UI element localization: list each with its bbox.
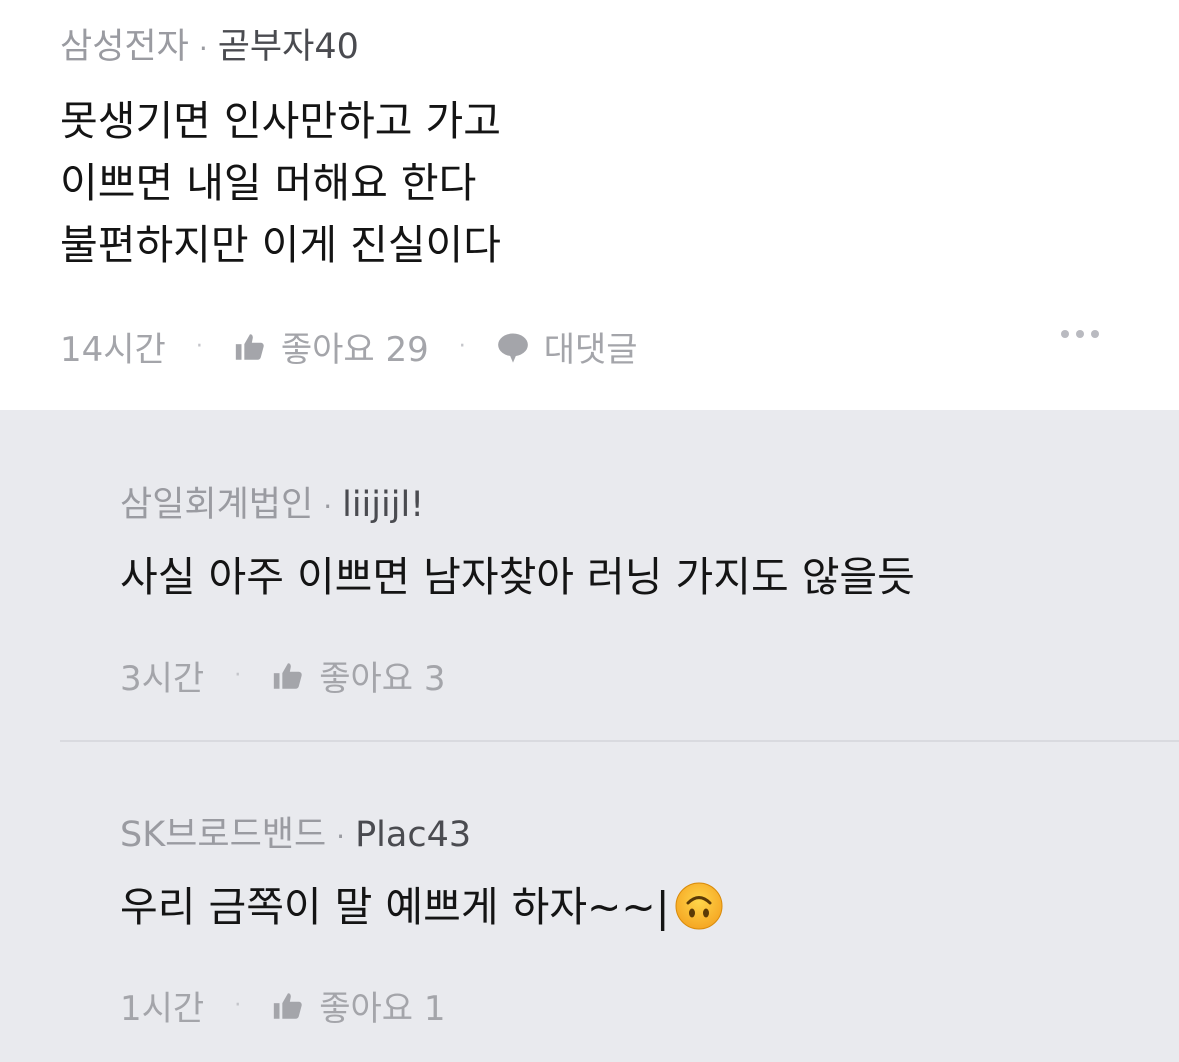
like-count-label: 좋아요 3	[319, 659, 446, 699]
like-button[interactable]: 좋아요 29	[233, 322, 429, 371]
upside-down-face-emoji-icon	[675, 882, 723, 930]
main-comment: 삼성전자 · 곧부자40 못생기면 인사만하고 가고 이쁘면 내일 머해요 한다 불…	[0, 0, 1179, 410]
separator-dot: ·	[195, 334, 203, 359]
comment-body: 못생기면 인사만하고 가고 이쁘면 내일 머해요 한다 불편하지만 이게 진실이…	[60, 90, 501, 276]
comment-time: 14시간	[60, 330, 166, 370]
thumbs-up-icon	[235, 333, 264, 360]
separator-dot: ·	[458, 334, 466, 359]
author-nickname[interactable]: liijijl!	[342, 485, 424, 525]
thumbs-up-icon	[274, 992, 302, 1019]
like-button[interactable]: 좋아요 3	[271, 651, 445, 700]
comment-author[interactable]: 삼성전자 · 곧부자40	[60, 18, 359, 69]
reply-actions: 1시간 · 좋아요 1	[120, 981, 445, 1030]
reply-time: 1시간	[120, 989, 205, 1029]
reply-text-line: 우리 금쪽이 말 예쁘게 하자~~|	[120, 876, 724, 938]
reply-actions: 3시간 · 좋아요 3	[120, 651, 445, 700]
separator-dot: ·	[323, 490, 333, 523]
thumbs-up-icon	[274, 662, 302, 689]
reply-button[interactable]: 대댓글	[496, 322, 638, 371]
separator-dot: ·	[336, 820, 346, 853]
reply-body: 사실 아주 이쁘면 남자찾아 러닝 가지도 않을듯	[120, 546, 915, 608]
comment-line: 이쁘면 내일 머해요 한다	[60, 159, 477, 207]
reply-author[interactable]: 삼일회계법인 · liijijl!	[120, 476, 424, 527]
author-nickname[interactable]: 곧부자40	[218, 27, 359, 67]
author-nickname[interactable]: Plac43	[355, 815, 471, 855]
reply-time: 3시간	[120, 659, 205, 699]
reply-divider	[60, 740, 1179, 742]
separator-dot: ·	[234, 993, 242, 1018]
separator-dot: ·	[198, 32, 208, 65]
reply-text: 사실 아주 이쁘면 남자찾아 러닝 가지도 않을듯	[120, 553, 915, 601]
author-company: SK브로드밴드	[120, 815, 327, 855]
reply-body: 우리 금쪽이 말 예쁘게 하자~~|	[120, 876, 724, 938]
like-button[interactable]: 좋아요 1	[271, 981, 445, 1030]
comment-actions: 14시간 · 좋아요 29 · 대댓글	[60, 322, 638, 371]
reply-label: 대댓글	[543, 330, 638, 370]
like-count-label: 좋아요 1	[319, 989, 446, 1029]
reply-text: 우리 금쪽이 말 예쁘게 하자~~|	[120, 883, 670, 931]
comment-line: 못생기면 인사만하고 가고	[60, 97, 501, 145]
speech-bubble-icon	[497, 333, 528, 363]
reply-author[interactable]: SK브로드밴드 · Plac43	[120, 806, 471, 857]
author-company: 삼성전자	[60, 27, 189, 67]
comment-line: 불편하지만 이게 진실이다	[60, 221, 501, 269]
like-count-label: 좋아요 29	[280, 330, 429, 370]
more-options-icon[interactable]	[1061, 330, 1099, 338]
author-company: 삼일회계법인	[120, 485, 314, 525]
separator-dot: ·	[234, 663, 242, 688]
